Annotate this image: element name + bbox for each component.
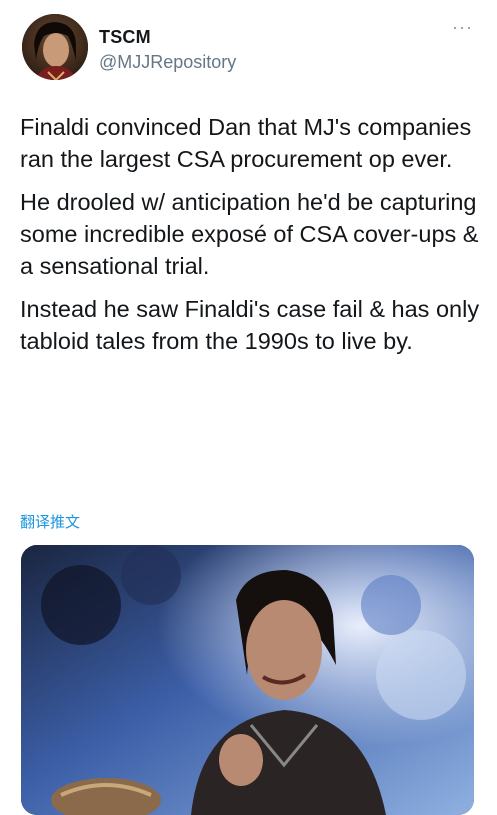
tweet-body: Finaldi convinced Dan that MJ's companie… [20,111,480,368]
media-photo [21,545,474,815]
translate-tweet-link[interactable]: 翻译推文 [20,511,80,532]
tweet-paragraph: Instead he saw Finaldi's case fail & has… [20,296,480,354]
avatar-image [22,14,88,80]
author-name[interactable]: TSCM [99,27,151,48]
tweet-header: TSCM @MJJRepository ··· [22,14,477,84]
avatar[interactable] [22,14,88,80]
tweet-paragraph: He drooled w/ anticipation he'd be captu… [20,189,479,279]
tweet-media-image[interactable] [21,545,474,815]
more-options-icon[interactable]: ··· [452,18,473,36]
tweet-paragraph: Finaldi convinced Dan that MJ's companie… [20,114,472,172]
author-handle[interactable]: @MJJRepository [99,52,236,73]
